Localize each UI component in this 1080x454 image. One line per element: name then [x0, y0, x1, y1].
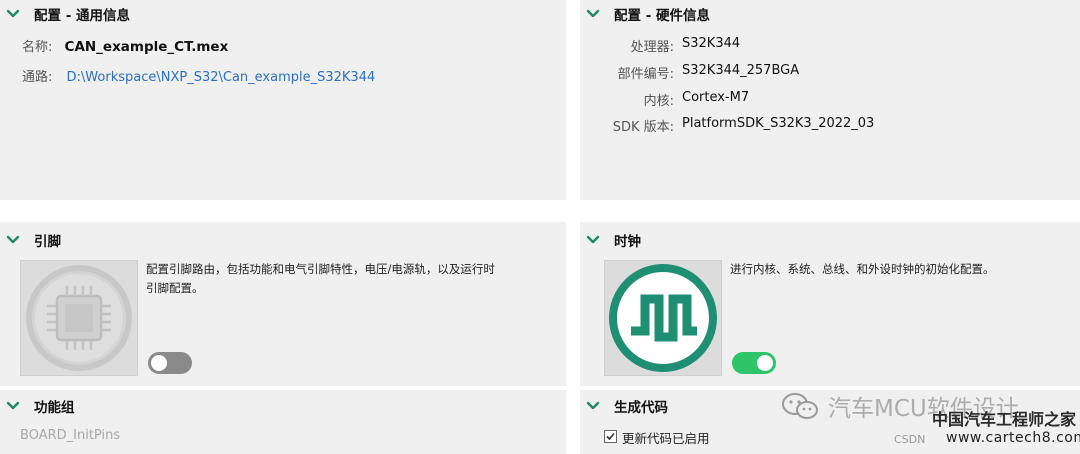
clocks-thumbnail[interactable] — [604, 260, 722, 376]
part-number-value: S32K344_257BGA — [682, 63, 800, 78]
pins-title: 引脚 — [34, 234, 61, 250]
clocks-panel: 时钟 进行内核、系统、总线、和外设时钟的初始化配置。 — [580, 222, 1080, 386]
sdk-version-label: SDK 版本: — [612, 120, 674, 135]
processor-label-cell: 处理器: — [580, 36, 674, 55]
path-label: 通路: — [22, 70, 53, 85]
general-info-title: 配置 - 通用信息 — [34, 8, 131, 24]
function-group-value[interactable]: BOARD_InitPins — [20, 428, 120, 443]
name-row: 名称: CAN_example_CT.mex — [22, 36, 228, 55]
chevron-down-icon[interactable] — [6, 233, 20, 247]
update-code-checkbox[interactable] — [604, 430, 617, 443]
site-url-watermark: www.cartech8.com — [946, 430, 1080, 446]
path-row: 通路: D:\Workspace\NXP_S32\Can_example_S32… — [22, 66, 375, 85]
processor-value: S32K344 — [682, 36, 741, 51]
pins-toggle[interactable] — [148, 352, 192, 374]
pins-thumbnail[interactable] — [20, 260, 138, 376]
code-generation-header[interactable]: 生成代码 — [586, 396, 668, 416]
clocks-header[interactable]: 时钟 — [586, 230, 641, 250]
wechat-icon — [782, 393, 818, 419]
chevron-down-icon[interactable] — [6, 7, 20, 21]
general-info-header[interactable]: 配置 - 通用信息 — [6, 4, 130, 24]
processor-label: 处理器: — [630, 40, 674, 55]
clocks-toggle[interactable] — [732, 352, 776, 374]
path-link[interactable]: D:\Workspace\NXP_S32\Can_example_S32K344 — [67, 70, 376, 85]
chip-icon — [26, 265, 132, 371]
function-group-title: 功能组 — [34, 400, 75, 416]
core-label-cell: 内核: — [580, 90, 674, 109]
clocks-title: 时钟 — [614, 234, 641, 250]
sdk-version-value: PlatformSDK_S32K3_2022_03 — [682, 116, 875, 131]
pins-description-line1: 配置引脚路由，包括功能和电气引脚特性，电压/电源轨，以及运行时 — [146, 262, 495, 276]
hardware-info-header[interactable]: 配置 - 硬件信息 — [586, 4, 710, 24]
core-label: 内核: — [643, 94, 674, 109]
core-value: Cortex-M7 — [682, 90, 750, 105]
chevron-down-icon[interactable] — [586, 7, 600, 21]
pins-header[interactable]: 引脚 — [6, 230, 61, 250]
part-number-label-cell: 部件编号: — [580, 63, 674, 82]
pins-description: 配置引脚路由，包括功能和电气引脚特性，电压/电源轨，以及运行时 引脚配置。 — [146, 260, 562, 298]
chevron-down-icon[interactable] — [586, 399, 600, 413]
function-group-panel: 功能组 BOARD_InitPins — [0, 390, 566, 454]
chevron-down-icon[interactable] — [586, 233, 600, 247]
name-value: CAN_example_CT.mex — [64, 39, 229, 55]
pins-description-line2: 引脚配置。 — [146, 281, 204, 295]
toggle-knob — [757, 355, 773, 371]
pins-panel: 引脚 配置引脚路由，包括功能和电气引脚特性，电压/电源轨，以及运行时 引脚配置。 — [0, 222, 566, 386]
name-label: 名称: — [22, 40, 53, 55]
site-cn-watermark: 中国汽车工程师之家 — [932, 410, 1077, 429]
toggle-knob — [151, 355, 167, 371]
sdk-version-label-cell: SDK 版本: — [580, 116, 674, 135]
clocks-description: 进行内核、系统、总线、和外设时钟的初始化配置。 — [730, 262, 995, 276]
general-info-panel: 配置 - 通用信息 名称: CAN_example_CT.mex 通路: D:\… — [0, 0, 566, 200]
part-number-label: 部件编号: — [617, 67, 674, 82]
clock-signal-icon — [609, 264, 717, 372]
hardware-info-title: 配置 - 硬件信息 — [614, 8, 711, 24]
checkmark-icon — [606, 432, 615, 441]
update-code-label[interactable]: 更新代码已启用 — [622, 428, 710, 447]
csdn-watermark: CSDN — [894, 433, 926, 446]
hardware-info-panel: 配置 - 硬件信息 处理器: S32K344 部件编号: S32K344_257… — [580, 0, 1080, 200]
function-group-header[interactable]: 功能组 — [6, 396, 75, 416]
code-generation-title: 生成代码 — [614, 400, 668, 416]
chevron-down-icon[interactable] — [6, 399, 20, 413]
